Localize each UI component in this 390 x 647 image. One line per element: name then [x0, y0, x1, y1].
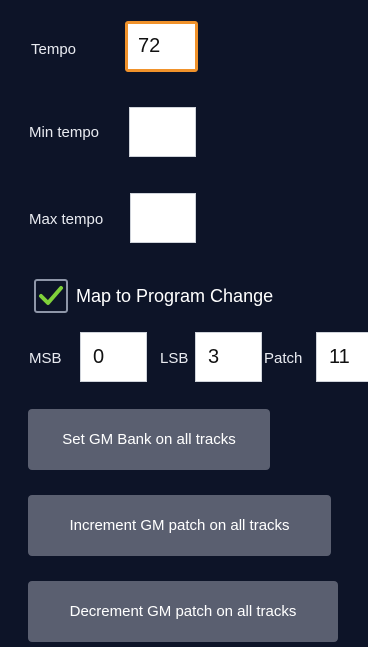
msb-input[interactable] [80, 332, 147, 382]
increment-gm-patch-button[interactable]: Increment GM patch on all tracks [28, 495, 331, 556]
tempo-label: Tempo [31, 41, 77, 58]
max-tempo-input[interactable] [130, 193, 196, 243]
decrement-gm-patch-button[interactable]: Decrement GM patch on all tracks [28, 581, 338, 642]
min-tempo-input[interactable] [129, 107, 196, 157]
lsb-label: LSB [160, 350, 189, 367]
lsb-input[interactable] [195, 332, 262, 382]
min-tempo-label: Min tempo [29, 124, 100, 141]
max-tempo-label: Max tempo [29, 211, 104, 228]
msb-label: MSB [29, 350, 62, 367]
set-gm-bank-button[interactable]: Set GM Bank on all tracks [28, 409, 270, 470]
patch-input[interactable] [316, 332, 368, 382]
tempo-input[interactable] [125, 21, 198, 72]
patch-label: Patch [264, 350, 303, 367]
midi-settings-panel: Tempo Min tempo Max tempo Map to Program… [0, 0, 368, 647]
map-program-change-label: Map to Program Change [76, 286, 274, 306]
map-program-change-checkbox[interactable] [34, 279, 68, 313]
checkmark-icon [39, 286, 63, 305]
